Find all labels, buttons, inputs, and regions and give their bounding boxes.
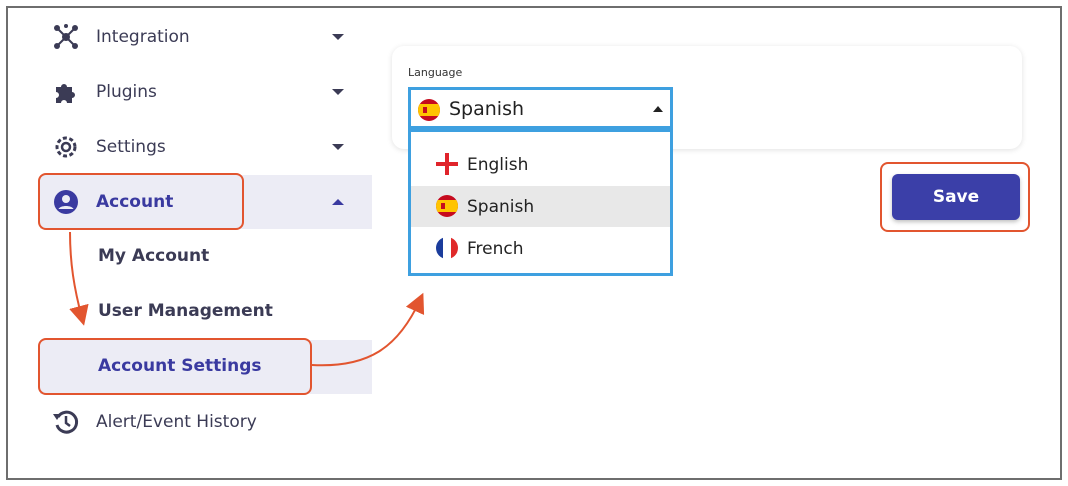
england-flag-icon [436, 153, 458, 175]
arrow-settings-to-language [311, 292, 425, 367]
spain-flag-icon [436, 195, 458, 217]
language-option-spanish[interactable]: Spanish [411, 186, 670, 227]
save-button[interactable]: Save [892, 174, 1020, 220]
language-option-english[interactable]: English [411, 144, 670, 185]
language-option-label: English [467, 155, 529, 175]
caret-up-icon[interactable] [652, 104, 664, 114]
screenshot-frame: Integration Plugins Settings Account My … [6, 6, 1062, 480]
arrow-account-to-settings [69, 231, 89, 326]
language-option-french[interactable]: French [411, 228, 670, 269]
language-option-label: French [467, 239, 524, 259]
language-dropdown: English Spanish French [408, 129, 673, 276]
spain-flag-icon [418, 99, 440, 121]
language-select-value: Spanish [449, 98, 525, 120]
language-option-label: Spanish [467, 197, 535, 217]
france-flag-icon [436, 237, 458, 259]
language-label: Language [408, 66, 463, 79]
language-select[interactable]: Spanish [408, 87, 673, 129]
